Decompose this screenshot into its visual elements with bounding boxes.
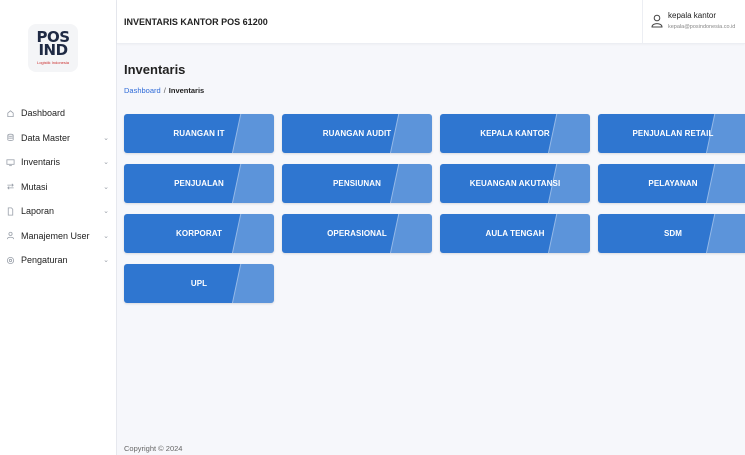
top-bar: INVENTARIS KANTOR POS 61200 kepala kanto…: [117, 0, 745, 44]
footer-copyright: Copyright © 2024: [124, 444, 183, 453]
room-tile-label: PENJUALAN: [174, 179, 224, 188]
sidebar-item-label: Mutasi: [21, 181, 48, 192]
room-tile-label: RUANGAN AUDIT: [322, 129, 392, 138]
sidebar-item-laporan[interactable]: Laporan ⌄: [0, 199, 117, 224]
sidebar-item-pengaturan[interactable]: Pengaturan ⌄: [0, 248, 117, 273]
room-tile[interactable]: KEUANGAN AKUTANSI: [440, 164, 590, 203]
logo-tagline: Logistik Indonesia: [36, 60, 70, 65]
sidebar-item-manajemen-user[interactable]: Manajemen User ⌄: [0, 224, 117, 249]
user-email: kepala@posindonesia.co.id: [668, 24, 736, 30]
user-icon: [6, 231, 15, 240]
sidebar: POS IND Logistik Indonesia Dashboard Dat…: [0, 0, 117, 455]
room-tile-label: KEPALA KANTOR: [480, 129, 550, 138]
chevron-down-icon: ⌄: [103, 232, 109, 240]
user-menu[interactable]: kepala kantor kepala@posindonesia.co.id: [642, 0, 745, 44]
chevron-down-icon: ⌄: [103, 183, 109, 191]
pos-indonesia-logo[interactable]: POS IND Logistik Indonesia: [28, 24, 78, 72]
room-tile[interactable]: OPERASIONAL: [282, 214, 432, 253]
sidebar-item-label: Inventaris: [21, 157, 61, 168]
chevron-down-icon: ⌄: [103, 134, 109, 142]
sidebar-nav: Dashboard Data Master ⌄ Inventaris ⌄ Mut…: [0, 101, 117, 273]
room-tile[interactable]: KORPORAT: [124, 214, 274, 253]
room-tile-label: PENJUALAN RETAIL: [632, 129, 714, 138]
sidebar-item-mutasi[interactable]: Mutasi ⌄: [0, 175, 117, 200]
room-tile-label: PELAYANAN: [648, 179, 698, 188]
page-title: Inventaris: [124, 62, 186, 77]
sidebar-item-label: Dashboard: [21, 108, 66, 119]
sidebar-item-label: Laporan: [21, 206, 55, 217]
home-icon: [6, 109, 15, 118]
sidebar-item-label: Data Master: [21, 132, 71, 143]
room-tile-label: OPERASIONAL: [327, 229, 387, 238]
sidebar-item-label: Pengaturan: [21, 255, 68, 266]
room-tile[interactable]: UPL: [124, 264, 274, 303]
room-tile-label: KORPORAT: [176, 229, 222, 238]
gear-icon: [6, 256, 15, 265]
room-tile-label: KEUANGAN AKUTANSI: [469, 179, 561, 188]
room-tile-label: PENSIUNAN: [332, 179, 382, 188]
room-tile[interactable]: PENJUALAN RETAIL: [598, 114, 745, 153]
room-tile[interactable]: RUANGAN AUDIT: [282, 114, 432, 153]
room-tile-label: UPL: [190, 279, 208, 288]
chevron-down-icon: ⌄: [103, 208, 109, 216]
room-tile[interactable]: PELAYANAN: [598, 164, 745, 203]
room-tile-label: AULA TENGAH: [485, 229, 545, 238]
chevron-down-icon: ⌄: [103, 257, 109, 265]
sidebar-item-dashboard[interactable]: Dashboard: [0, 101, 117, 126]
room-tile[interactable]: PENJUALAN: [124, 164, 274, 203]
sidebar-item-inventaris[interactable]: Inventaris ⌄: [0, 150, 117, 175]
database-icon: [6, 133, 15, 142]
transfer-icon: [6, 182, 15, 191]
room-tile[interactable]: SDM: [598, 214, 745, 253]
room-tile[interactable]: PENSIUNAN: [282, 164, 432, 203]
user-name: kepala kantor: [668, 11, 717, 20]
monitor-icon: [6, 158, 15, 167]
room-tile[interactable]: RUANGAN IT: [124, 114, 274, 153]
sidebar-item-data-master[interactable]: Data Master ⌄: [0, 126, 117, 151]
room-tile-label: SDM: [663, 229, 683, 238]
breadcrumb-link-dashboard[interactable]: Dashboard: [124, 86, 161, 95]
sidebar-item-label: Manajemen User: [21, 230, 90, 241]
user-icon: [651, 14, 663, 28]
chevron-down-icon: ⌄: [103, 159, 109, 167]
room-tile[interactable]: KEPALA KANTOR: [440, 114, 590, 153]
inventory-room-grid: RUANGAN IT RUANGAN AUDIT KEPALA KANTOR P…: [124, 114, 745, 304]
document-icon: [6, 207, 15, 216]
breadcrumb-separator: /: [163, 86, 166, 95]
room-tile[interactable]: AULA TENGAH: [440, 214, 590, 253]
app-title: INVENTARIS KANTOR POS 61200: [124, 17, 268, 27]
breadcrumb: Dashboard / Inventaris: [124, 86, 204, 95]
room-tile-label: RUANGAN IT: [173, 129, 225, 138]
breadcrumb-current: Inventaris: [168, 86, 205, 95]
